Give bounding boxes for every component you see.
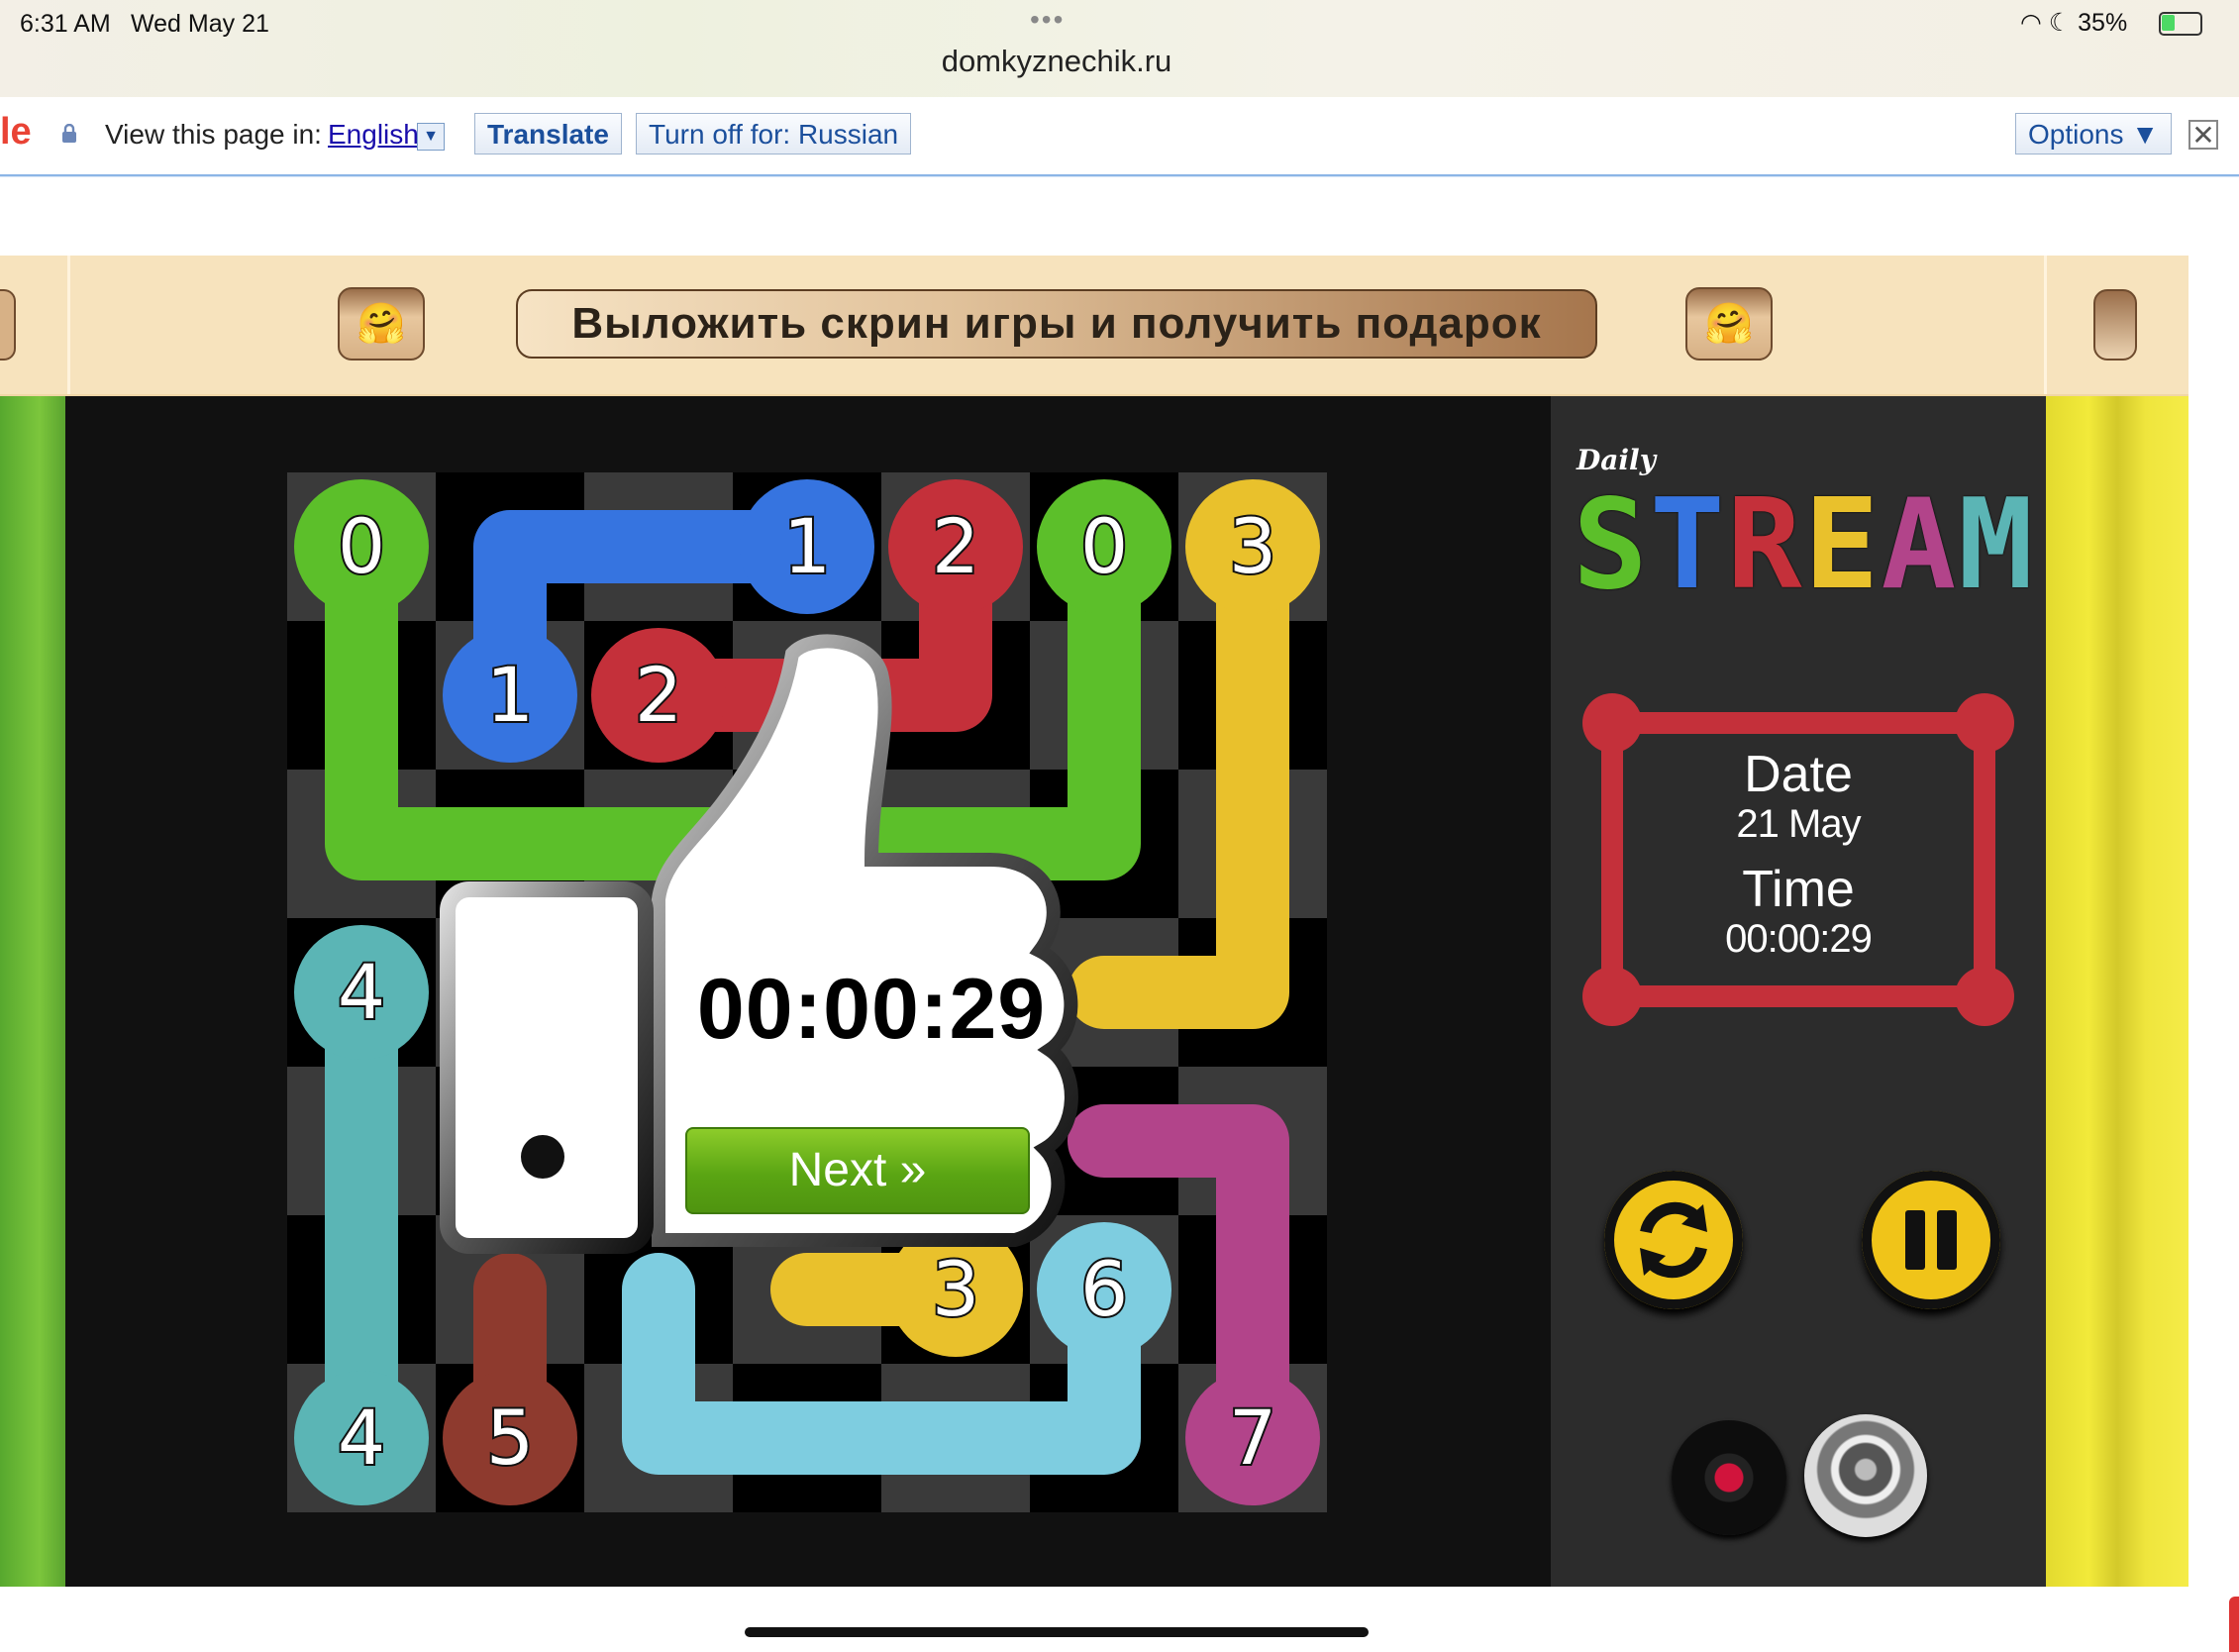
flow-endpoint[interactable]: 0 [294, 479, 429, 614]
endpoint-label: 7 [1229, 1394, 1276, 1482]
endpoint-label: 4 [338, 948, 385, 1036]
endpoint-label: 3 [1229, 502, 1276, 590]
band-divider [67, 256, 70, 394]
date-label: Date [1744, 746, 1853, 803]
completion-time: 00:00:29 [696, 962, 1047, 1057]
next-level-button[interactable]: Next » [685, 1127, 1030, 1214]
turn-off-translation-button[interactable]: Turn off for: Russian [636, 113, 912, 155]
moon-icon: ☾ [2048, 9, 2072, 37]
battery-percent: 35% [2078, 9, 2128, 37]
logo-letter: E [1803, 471, 1882, 617]
logo-letter: M [1958, 471, 2036, 617]
left-nav-button[interactable] [0, 289, 16, 361]
left-decor-strip [0, 396, 65, 1587]
translate-button[interactable]: Translate [474, 113, 622, 155]
endpoint-label: 0 [338, 502, 385, 590]
pause-button[interactable] [1862, 1171, 2000, 1309]
logo-letter: A [1881, 471, 1959, 617]
options-button[interactable]: Options ▼ [2015, 113, 2172, 155]
logo-letter: T [1649, 471, 1727, 617]
time-value: 00:00:29 [1725, 917, 1873, 961]
endpoint-label: 2 [932, 502, 979, 590]
hug-emoji-button-left[interactable]: 🤗 [338, 287, 425, 361]
reset-icon [1640, 1201, 1707, 1279]
hug-emoji-button-right[interactable]: 🤗 [1685, 287, 1773, 361]
wifi-icon: ◠ [2020, 9, 2042, 37]
status-date: Wed May 21 [131, 10, 269, 38]
more-dots-icon[interactable]: ••• [1030, 4, 1065, 36]
share-screenshot-banner[interactable]: Выложить скрин игры и получить подарок [516, 289, 1597, 359]
google-logo: le [0, 111, 32, 153]
language-dropdown-icon[interactable]: ▼ [417, 123, 445, 151]
endpoint-label: 0 [1080, 502, 1128, 590]
reset-button[interactable] [1604, 1171, 1743, 1309]
flow-endpoint[interactable]: 4 [294, 1371, 429, 1505]
lock-icon [62, 124, 76, 143]
flow-endpoint[interactable]: 5 [443, 1371, 577, 1505]
endpoint-label: 5 [486, 1394, 534, 1482]
flow-endpoint[interactable]: 7 [1185, 1371, 1320, 1505]
band-divider [2044, 256, 2047, 394]
status-indicators: ◠ ☾ 35% [2020, 8, 2127, 38]
flow-endpoint[interactable]: 0 [1037, 479, 1171, 614]
close-translate-bar-icon[interactable]: ✕ [2188, 120, 2218, 150]
right-nav-button[interactable] [2093, 289, 2137, 361]
time-label: Time [1742, 861, 1855, 918]
endpoint-label: 4 [338, 1394, 385, 1482]
address-bar-url[interactable]: domkyznechik.ru [0, 44, 2113, 79]
flow-endpoint[interactable]: 1 [740, 479, 874, 614]
language-link[interactable]: English [328, 119, 419, 151]
date-value: 21 May [1736, 802, 1861, 846]
pause-icon [1905, 1210, 1957, 1270]
logo-letter: R [1726, 471, 1804, 617]
logo-stream: STREAM [1573, 471, 2035, 617]
speaker-icon[interactable] [1804, 1414, 1927, 1537]
battery-level [2162, 15, 2175, 31]
home-indicator [745, 1627, 1369, 1637]
view-page-label: View this page in: [105, 119, 322, 150]
flow-endpoint[interactable]: 3 [1185, 479, 1320, 614]
edge-tab [2229, 1597, 2239, 1652]
endpoint-label: 1 [783, 502, 831, 590]
status-time: 6:31 AM [20, 10, 111, 38]
flow-endpoint[interactable]: 2 [888, 479, 1023, 614]
record-icon[interactable] [1672, 1420, 1786, 1535]
right-decor-strip [2046, 396, 2188, 1587]
flow-endpoint[interactable]: 4 [294, 925, 429, 1060]
logo-letter: S [1573, 471, 1650, 617]
